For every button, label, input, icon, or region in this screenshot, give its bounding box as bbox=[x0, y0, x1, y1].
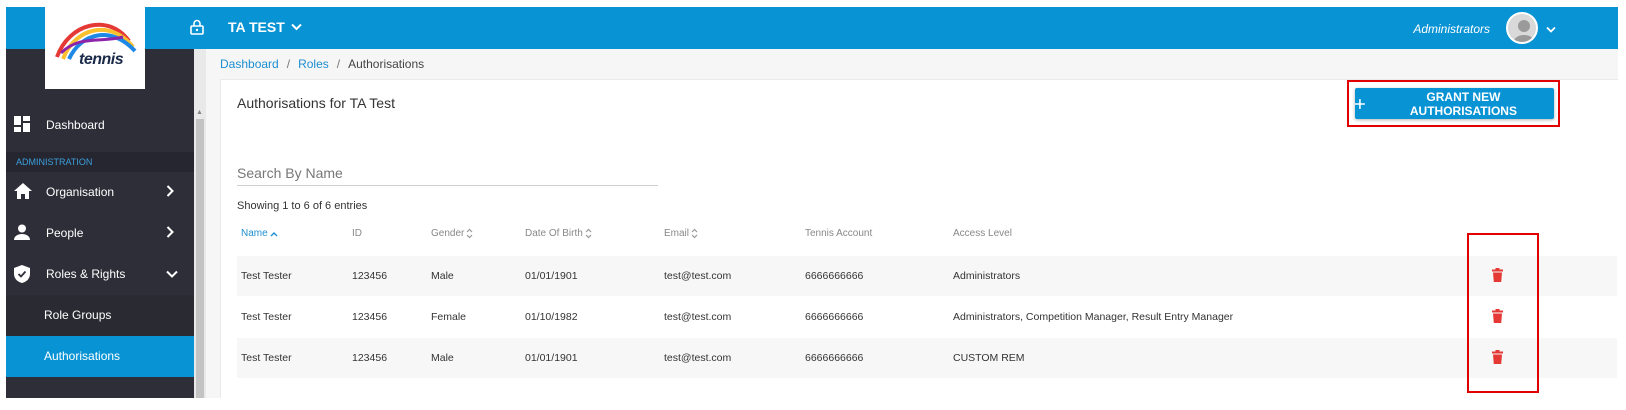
page-title: Authorisations for TA Test bbox=[237, 95, 395, 111]
column-header-name[interactable]: Name bbox=[241, 228, 278, 239]
breadcrumb-separator: / bbox=[286, 57, 291, 71]
sidebar-item-roles-rights[interactable]: Roles & Rights bbox=[6, 254, 194, 295]
chevron-right-icon bbox=[166, 185, 174, 200]
breadcrumb-current: Authorisations bbox=[348, 57, 425, 71]
scroll-up-icon[interactable]: ▲ bbox=[196, 109, 203, 116]
table-row: Test Tester 123456 Male 01/01/1901 test@… bbox=[237, 256, 1617, 296]
sidebar-section-administration: ADMINISTRATION bbox=[6, 152, 194, 172]
search-input[interactable] bbox=[237, 160, 658, 186]
breadcrumb-dashboard[interactable]: Dashboard bbox=[220, 57, 279, 71]
cell-email: test@test.com bbox=[664, 352, 732, 364]
org-name: TA TEST bbox=[228, 19, 285, 35]
column-header-label: Email bbox=[664, 228, 690, 239]
sidebar: Dashboard ADMINISTRATION Organisation Pe… bbox=[6, 49, 194, 398]
sidebar-item-label: Dashboard bbox=[46, 118, 105, 132]
logo-text: tennis bbox=[79, 51, 124, 68]
column-header-label: Tennis Account bbox=[805, 228, 873, 239]
delete-column-highlight bbox=[1467, 233, 1539, 393]
cell-name: Test Tester bbox=[241, 270, 292, 282]
table-row: Test Tester 123456 Female 01/10/1982 tes… bbox=[237, 297, 1617, 337]
sidebar-item-dashboard[interactable]: Dashboard bbox=[6, 105, 194, 146]
top-bar: TA TEST Administrators bbox=[6, 7, 1618, 49]
cell-dob: 01/01/1901 bbox=[525, 270, 578, 282]
breadcrumb: Dashboard / Roles / Authorisations bbox=[220, 57, 424, 71]
cell-id: 123456 bbox=[352, 270, 388, 282]
cell-gender: Male bbox=[431, 352, 454, 364]
column-header-gender[interactable]: Gender bbox=[431, 228, 473, 239]
home-icon bbox=[14, 183, 32, 202]
column-header-tennis-account: Tennis Account bbox=[805, 228, 872, 239]
main-card: Authorisations for TA Test GRANT NEW AUT… bbox=[220, 79, 1618, 398]
cell-email: test@test.com bbox=[664, 270, 732, 282]
cell-access-level: CUSTOM REM bbox=[953, 352, 1025, 364]
table-row: Test Tester 123456 Male 01/01/1901 test@… bbox=[237, 338, 1617, 378]
app-frame: TA TEST Administrators tennis Dashboard … bbox=[6, 7, 1618, 398]
grant-new-authorisations-button[interactable]: GRANT NEW AUTHORISATIONS bbox=[1355, 88, 1554, 119]
table-header: Name ID Gender Date Of Birth Email Tenni… bbox=[237, 228, 1617, 246]
sidebar-item-label: Organisation bbox=[46, 185, 115, 199]
cell-dob: 01/10/1982 bbox=[525, 311, 578, 323]
cell-access-level: Administrators, Competition Manager, Res… bbox=[953, 311, 1234, 323]
breadcrumb-separator: / bbox=[336, 57, 341, 71]
shield-check-icon bbox=[14, 265, 30, 286]
chevron-down-icon bbox=[291, 23, 302, 31]
cell-id: 123456 bbox=[352, 311, 388, 323]
current-role-label: Administrators bbox=[1413, 22, 1490, 36]
cell-email: test@test.com bbox=[664, 311, 732, 323]
cell-tennis-account: 6666666666 bbox=[805, 270, 864, 282]
sidebar-subitem-label: Role Groups bbox=[44, 308, 112, 322]
column-header-id: ID bbox=[352, 228, 362, 239]
column-header-label: ID bbox=[352, 228, 362, 239]
sidebar-subitem-authorisations[interactable]: Authorisations bbox=[6, 336, 194, 377]
cell-access-level: Administrators bbox=[953, 270, 1021, 282]
org-switcher[interactable]: TA TEST bbox=[228, 19, 302, 35]
column-header-dob[interactable]: Date Of Birth bbox=[525, 228, 592, 239]
plus-icon bbox=[1355, 98, 1365, 109]
tennis-logo[interactable]: tennis bbox=[45, 7, 145, 89]
chevron-down-icon bbox=[166, 267, 178, 281]
column-header-label: Access Level bbox=[953, 228, 1012, 239]
lock-icon[interactable] bbox=[190, 19, 204, 40]
sidebar-item-label: People bbox=[46, 226, 84, 240]
sidebar-scrollbar[interactable]: ▲ bbox=[194, 49, 206, 398]
sidebar-subitem-role-groups[interactable]: Role Groups bbox=[6, 295, 194, 336]
entries-info: Showing 1 to 6 of 6 entries bbox=[237, 200, 368, 212]
sort-icon bbox=[585, 228, 592, 239]
user-menu-chevron-icon[interactable] bbox=[1546, 21, 1556, 39]
cell-name: Test Tester bbox=[241, 311, 292, 323]
sidebar-item-label: Roles & Rights bbox=[46, 267, 126, 281]
chevron-right-icon bbox=[166, 226, 174, 241]
breadcrumb-roles[interactable]: Roles bbox=[298, 57, 329, 71]
cell-name: Test Tester bbox=[241, 352, 292, 364]
grant-button-label: GRANT NEW AUTHORISATIONS bbox=[1409, 89, 1517, 118]
sidebar-subitem-label: Authorisations bbox=[44, 349, 121, 363]
column-header-label: Date Of Birth bbox=[525, 228, 583, 239]
column-header-label: Gender bbox=[431, 228, 465, 239]
dashboard-icon bbox=[14, 116, 30, 135]
sidebar-item-organisation[interactable]: Organisation bbox=[6, 172, 194, 213]
cell-gender: Male bbox=[431, 270, 454, 282]
sidebar-item-people[interactable]: People bbox=[6, 213, 194, 254]
column-header-label: Name bbox=[241, 228, 268, 239]
cell-gender: Female bbox=[431, 311, 467, 323]
grant-button-highlight: GRANT NEW AUTHORISATIONS bbox=[1347, 80, 1560, 127]
person-icon bbox=[14, 224, 30, 243]
scrollbar-thumb[interactable] bbox=[196, 119, 204, 398]
sort-asc-icon bbox=[270, 231, 278, 236]
column-header-access-level: Access Level bbox=[953, 228, 1012, 239]
cell-id: 123456 bbox=[352, 352, 388, 364]
column-header-email[interactable]: Email bbox=[664, 228, 698, 239]
cell-tennis-account: 6666666666 bbox=[805, 352, 864, 364]
avatar[interactable] bbox=[1506, 12, 1538, 44]
cell-tennis-account: 6666666666 bbox=[805, 311, 864, 323]
sort-icon bbox=[466, 228, 473, 239]
sort-icon bbox=[691, 228, 698, 239]
cell-dob: 01/01/1901 bbox=[525, 352, 578, 364]
